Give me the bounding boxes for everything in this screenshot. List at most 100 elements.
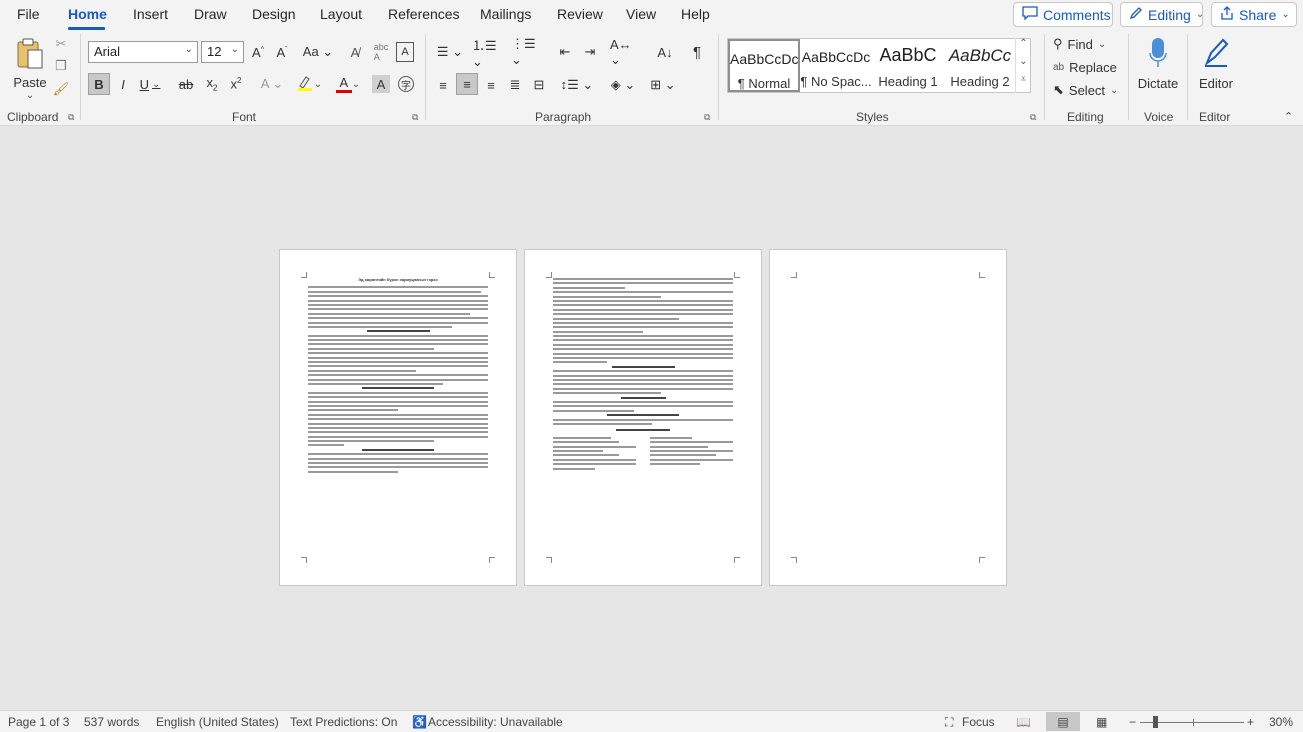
tab-help[interactable]: Help: [681, 6, 710, 22]
ribbon: Paste ⌄ ✂ ❐ 🖌 Clipboard ⧉ Arial ⌄ 12 ⌄ A…: [0, 30, 1303, 126]
decrease-indent-button[interactable]: ⇤: [555, 42, 575, 62]
borders-button[interactable]: ⊞ ⌄: [646, 74, 680, 96]
tab-review[interactable]: Review: [557, 6, 603, 22]
style-normal[interactable]: AaBbCcDc ¶ Normal: [728, 39, 800, 92]
shading-button[interactable]: ◈ ⌄: [606, 74, 640, 96]
crop-mark: [734, 557, 740, 563]
increase-indent-button[interactable]: ⇥: [580, 42, 600, 62]
subscript-button[interactable]: x2: [202, 73, 222, 95]
zoom-level[interactable]: 30%: [1269, 715, 1293, 729]
paragraph-launcher-icon[interactable]: ⧉: [704, 112, 710, 123]
tab-layout[interactable]: Layout: [320, 6, 362, 22]
zoom-out-icon[interactable]: −: [1129, 715, 1136, 729]
tab-insert[interactable]: Insert: [133, 6, 168, 22]
text-effects-button[interactable]: A ⌄: [257, 73, 287, 95]
tab-home[interactable]: Home: [68, 6, 107, 22]
style-heading-2[interactable]: AaBbCc Heading 2: [944, 39, 1016, 92]
character-shading-button[interactable]: A: [372, 75, 390, 93]
distributed-button[interactable]: ⊟: [529, 74, 549, 96]
character-border-button[interactable]: A: [396, 42, 414, 62]
justify-button[interactable]: ≣: [505, 74, 525, 96]
document-area[interactable]: Эд хөрөнгийн бүрэн хариуцлагын гэрээ: [0, 127, 1303, 710]
print-layout-icon[interactable]: ▤: [1046, 712, 1080, 731]
line-spacing-button[interactable]: ↕☰ ⌄: [560, 74, 594, 96]
numbering-button[interactable]: ⒈☰ ⌄: [472, 38, 506, 69]
zoom-in-icon[interactable]: +: [1247, 715, 1254, 729]
search-icon: ⚲: [1053, 36, 1063, 51]
align-center-button[interactable]: ≡: [456, 73, 478, 95]
asian-layout-button[interactable]: A↔ ⌄: [610, 37, 644, 67]
multilevel-list-button[interactable]: ⋮☰ ⌄: [511, 36, 545, 67]
clipboard-launcher-icon[interactable]: ⧉: [68, 112, 74, 123]
accessibility-status[interactable]: Accessibility: Unavailable: [428, 715, 563, 729]
font-name-combo[interactable]: Arial ⌄: [88, 41, 198, 63]
tab-file[interactable]: File: [17, 6, 40, 22]
sort-button[interactable]: A↓: [655, 42, 675, 62]
text-predictions[interactable]: Text Predictions: On: [290, 715, 397, 729]
editing-mode-button[interactable]: Editing ⌄: [1120, 2, 1204, 27]
collapse-ribbon-icon[interactable]: ⌃: [1284, 110, 1293, 123]
tab-design[interactable]: Design: [252, 6, 296, 22]
copy-button[interactable]: ❐: [53, 58, 69, 74]
read-mode-icon[interactable]: 📖: [1016, 715, 1031, 729]
find-button[interactable]: ⚲ Find ⌄: [1053, 34, 1123, 54]
zoom-slider-thumb[interactable]: [1153, 716, 1158, 728]
superscript-icon: x2: [230, 76, 242, 92]
language-indicator[interactable]: English (United States): [156, 715, 279, 729]
editor-button[interactable]: Editor: [1194, 34, 1238, 94]
share-button[interactable]: Share ⌄: [1211, 2, 1297, 27]
shrink-font-button[interactable]: Aˇ: [273, 42, 291, 62]
phonetic-guide-button[interactable]: abc A: [370, 42, 392, 62]
menu-bar: File Home Insert Draw Design Layout Refe…: [0, 0, 1303, 30]
select-button[interactable]: ⬉ Select ⌄: [1053, 80, 1123, 100]
styles-gallery: AaBbCcDc ¶ Normal AaBbCcDc ¶ No Spac... …: [727, 38, 1031, 93]
font-color-button[interactable]: A ⌄: [332, 73, 364, 95]
bold-button[interactable]: B: [88, 73, 110, 95]
strikethrough-button[interactable]: ab: [176, 73, 196, 95]
change-case-icon: Aa ⌄: [302, 44, 334, 59]
superscript-button[interactable]: x2: [226, 73, 246, 95]
grow-font-button[interactable]: A^: [249, 42, 267, 62]
format-painter-button[interactable]: 🖌: [53, 81, 70, 97]
align-left-button[interactable]: ≡: [433, 74, 453, 96]
page-3[interactable]: [769, 249, 1007, 586]
tab-draw[interactable]: Draw: [194, 6, 227, 22]
enclose-characters-button[interactable]: 字: [396, 74, 416, 94]
page-1[interactable]: Эд хөрөнгийн бүрэн хариуцлагын гэрээ: [279, 249, 517, 586]
style-no-spacing[interactable]: AaBbCcDc ¶ No Spac...: [800, 39, 872, 92]
tab-mailings[interactable]: Mailings: [480, 6, 531, 22]
page-2[interactable]: [524, 249, 762, 586]
change-case-button[interactable]: Aa ⌄: [302, 42, 334, 62]
cut-button[interactable]: ✂: [53, 36, 69, 52]
page-count[interactable]: Page 1 of 3: [8, 715, 69, 729]
highlighter-icon: [296, 74, 314, 95]
paint-bucket-icon: ◈ ⌄: [610, 77, 636, 92]
show-formatting-button[interactable]: ¶: [687, 42, 707, 62]
gallery-more-icon[interactable]: ⩡: [1016, 74, 1031, 91]
dictate-button[interactable]: Dictate: [1136, 34, 1180, 94]
highlight-button[interactable]: ⌄: [293, 73, 325, 95]
focus-button[interactable]: Focus: [962, 715, 995, 729]
underline-button[interactable]: U ⌄: [138, 73, 162, 95]
word-count[interactable]: 537 words: [84, 715, 139, 729]
clear-formatting-button[interactable]: A̸: [346, 42, 364, 62]
chevron-up-icon[interactable]: ⌃: [1016, 38, 1031, 56]
web-layout-icon[interactable]: ▦: [1096, 715, 1107, 729]
align-right-button[interactable]: ≡: [481, 74, 501, 96]
replace-button[interactable]: ab Replace: [1053, 57, 1123, 77]
paste-button[interactable]: Paste ⌄: [10, 34, 50, 104]
tab-view[interactable]: View: [626, 6, 656, 22]
character-shading-icon: A: [376, 76, 386, 92]
text-effects-icon: A ⌄: [260, 76, 284, 91]
styles-gallery-scroll[interactable]: ⌃ ⌄ ⩡: [1015, 38, 1031, 93]
comments-button[interactable]: Comments: [1013, 2, 1113, 27]
bullets-button[interactable]: ☰ ⌄: [433, 42, 467, 62]
italic-button[interactable]: I: [114, 73, 132, 95]
enclose-characters-icon: 字: [398, 76, 414, 92]
style-heading-1[interactable]: AaBbC Heading 1: [872, 39, 944, 92]
styles-launcher-icon[interactable]: ⧉: [1030, 112, 1036, 123]
chevron-down-icon[interactable]: ⌄: [1016, 56, 1031, 74]
tab-references[interactable]: References: [388, 6, 460, 22]
font-launcher-icon[interactable]: ⧉: [412, 112, 418, 123]
font-size-combo[interactable]: 12 ⌄: [201, 41, 244, 63]
